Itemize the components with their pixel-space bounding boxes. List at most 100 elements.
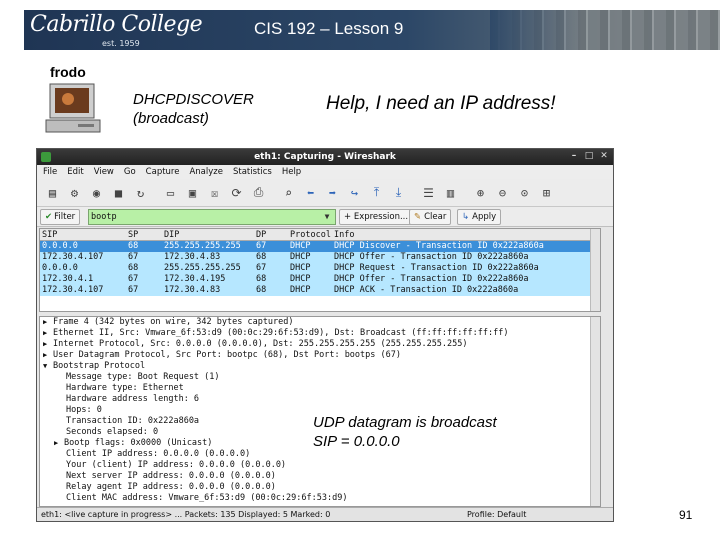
open-file-icon[interactable]: ▭ [161, 183, 180, 202]
cell-protocol: DHCP [290, 274, 311, 284]
detail-line[interactable]: ▶ Frame 4 (342 bytes on wire, 342 bytes c… [40, 317, 600, 328]
autoscroll-icon[interactable]: ▥ [441, 183, 460, 202]
detail-line[interactable]: Hardware type: Ethernet [40, 383, 600, 394]
close-file-icon[interactable]: ☒ [205, 183, 224, 202]
note-line-1: UDP datagram is broadcast [313, 414, 497, 431]
column-sip[interactable]: SIP [40, 229, 128, 240]
stop-capture-icon[interactable]: ■ [109, 183, 128, 202]
chevron-down-icon[interactable]: ▼ [320, 210, 334, 224]
column-protocol[interactable]: Protocol [290, 229, 334, 240]
cell-info: DHCP Request - Transaction ID 0x222a860a [334, 263, 539, 273]
desktop-computer-icon [45, 83, 101, 133]
menu-help[interactable]: Help [282, 165, 301, 179]
cell-sip: 0.0.0.0 [42, 241, 78, 251]
cell-sip: 172.30.4.1 [42, 274, 94, 284]
clear-button[interactable]: ✎ Clear [409, 209, 452, 225]
detail-text: Frame 4 (342 bytes on wire, 342 bytes ca… [53, 317, 294, 327]
detail-line[interactable]: Hardware address length: 6 [40, 394, 600, 405]
column-info[interactable]: Info [334, 229, 600, 240]
start-capture-icon[interactable]: ◉ [87, 183, 106, 202]
packet-row[interactable]: 172.30.4.107 67 172.30.4.83 68 DHCP DHCP… [40, 252, 600, 263]
packet-row[interactable]: 0.0.0.0 68 255.255.255.255 67 DHCP DHCP … [40, 263, 600, 274]
detail-line[interactable]: Relay agent IP address: 0.0.0.0 (0.0.0.0… [40, 482, 600, 493]
reload-icon[interactable]: ⟳ [227, 183, 246, 202]
cell-info: DHCP ACK - Transaction ID 0x222a860a [334, 285, 519, 295]
expand-icon[interactable]: ▶ [54, 438, 64, 449]
packet-list-scrollbar[interactable] [590, 229, 600, 311]
menu-analyze[interactable]: Analyze [189, 165, 223, 179]
interfaces-icon[interactable]: ▤ [43, 183, 62, 202]
cell-sp: 68 [128, 263, 139, 273]
toolbar-separator [271, 183, 276, 202]
cell-dp: 68 [256, 274, 267, 284]
find-packet-icon[interactable]: ⌕ [279, 183, 298, 202]
detail-line[interactable]: Client MAC address: Vmware_6f:53:d9 (00:… [40, 493, 600, 504]
menu-statistics[interactable]: Statistics [233, 165, 272, 179]
restart-capture-icon[interactable]: ↻ [131, 183, 150, 202]
menu-go[interactable]: Go [124, 165, 136, 179]
zoom-out-icon[interactable]: ⊖ [493, 183, 512, 202]
maximize-icon[interactable]: □ [584, 151, 594, 161]
broadcast-note: UDP datagram is broadcast SIP = 0.0.0.0 [313, 413, 497, 451]
menu-capture[interactable]: Capture [146, 165, 180, 179]
window-titlebar[interactable]: eth1: Capturing - Wireshark – □ ✕ [37, 149, 613, 165]
options-icon[interactable]: ⚙ [65, 183, 84, 202]
detail-line[interactable]: ▼ Bootstrap Protocol [40, 361, 600, 372]
cell-dip: 255.255.255.255 [164, 263, 241, 273]
expression-button[interactable]: + Expression... [339, 209, 414, 225]
broom-icon: ✎ [414, 212, 422, 222]
menu-view[interactable]: View [94, 165, 114, 179]
profile-status[interactable]: Profile: Default [467, 508, 526, 521]
detail-line[interactable]: Message type: Boot Request (1) [40, 372, 600, 383]
zoom-in-icon[interactable]: ⊕ [471, 183, 490, 202]
resize-columns-icon[interactable]: ⊞ [537, 183, 556, 202]
cell-sp: 67 [128, 252, 139, 262]
column-dip[interactable]: DIP [164, 229, 256, 240]
column-dp[interactable]: DP [256, 229, 290, 240]
go-back-icon[interactable]: ⬅ [301, 183, 320, 202]
column-sp[interactable]: SP [128, 229, 164, 240]
menu-edit[interactable]: Edit [67, 165, 83, 179]
expand-icon[interactable]: ▶ [43, 339, 53, 350]
detail-text: Transaction ID: 0x222a860a [66, 416, 200, 426]
packet-row[interactable]: 172.30.4.107 67 172.30.4.83 68 DHCP DHCP… [40, 285, 600, 296]
details-scrollbar[interactable] [590, 317, 600, 506]
expand-icon[interactable]: ▶ [43, 350, 53, 361]
cell-dip: 172.30.4.195 [164, 274, 226, 284]
expand-icon[interactable]: ▶ [43, 328, 53, 339]
last-packet-icon[interactable]: ⤓ [389, 183, 408, 202]
detail-text: Relay agent IP address: 0.0.0.0 (0.0.0.0… [66, 482, 276, 492]
print-icon[interactable]: ⎙ [249, 183, 268, 202]
detail-line[interactable]: ▶ Ethernet II, Src: Vmware_6f:53:d9 (00:0… [40, 328, 600, 339]
packet-row[interactable]: 172.30.4.1 67 172.30.4.195 68 DHCP DHCP … [40, 274, 600, 285]
close-icon[interactable]: ✕ [599, 151, 609, 161]
cell-protocol: DHCP [290, 241, 311, 251]
go-forward-icon[interactable]: ➡ [323, 183, 342, 202]
zoom-normal-icon[interactable]: ⊙ [515, 183, 534, 202]
colorize-icon[interactable]: ☰ [419, 183, 438, 202]
detail-line[interactable]: Your (client) IP address: 0.0.0.0 (0.0.0… [40, 460, 600, 471]
note-line-2: SIP = 0.0.0.0 [313, 433, 400, 450]
save-file-icon[interactable]: ▣ [183, 183, 202, 202]
filter-button[interactable]: ✔ Filter [40, 209, 81, 225]
go-to-packet-icon[interactable]: ↪ [345, 183, 364, 202]
detail-line[interactable]: ▶ Internet Protocol, Src: 0.0.0.0 (0.0.0.… [40, 339, 600, 350]
minimize-icon[interactable]: – [569, 151, 579, 161]
cell-dp: 68 [256, 252, 267, 262]
detail-line[interactable]: ▶ User Datagram Protocol, Src Port: bootp… [40, 350, 600, 361]
college-logo: Cabrillo College [30, 12, 203, 37]
dhcp-message-mode: (broadcast) [133, 110, 209, 127]
first-packet-icon[interactable]: ⤒ [367, 183, 386, 202]
filter-input[interactable]: bootp [88, 209, 336, 225]
detail-text: Message type: Boot Request (1) [66, 372, 220, 382]
apply-button[interactable]: ↳ Apply [457, 209, 502, 225]
packet-row[interactable]: 0.0.0.0 68 255.255.255.255 67 DHCP DHCP … [40, 241, 600, 252]
clear-label: Clear [424, 212, 447, 222]
menu-file[interactable]: File [43, 165, 57, 179]
collapse-icon[interactable]: ▼ [43, 361, 53, 372]
toolbar-separator [411, 183, 416, 202]
detail-line[interactable]: Next server IP address: 0.0.0.0 (0.0.0.0… [40, 471, 600, 482]
detail-text: Client IP address: 0.0.0.0 (0.0.0.0) [66, 449, 251, 459]
filter-label: Filter [54, 212, 76, 222]
expand-icon[interactable]: ▶ [43, 317, 53, 328]
